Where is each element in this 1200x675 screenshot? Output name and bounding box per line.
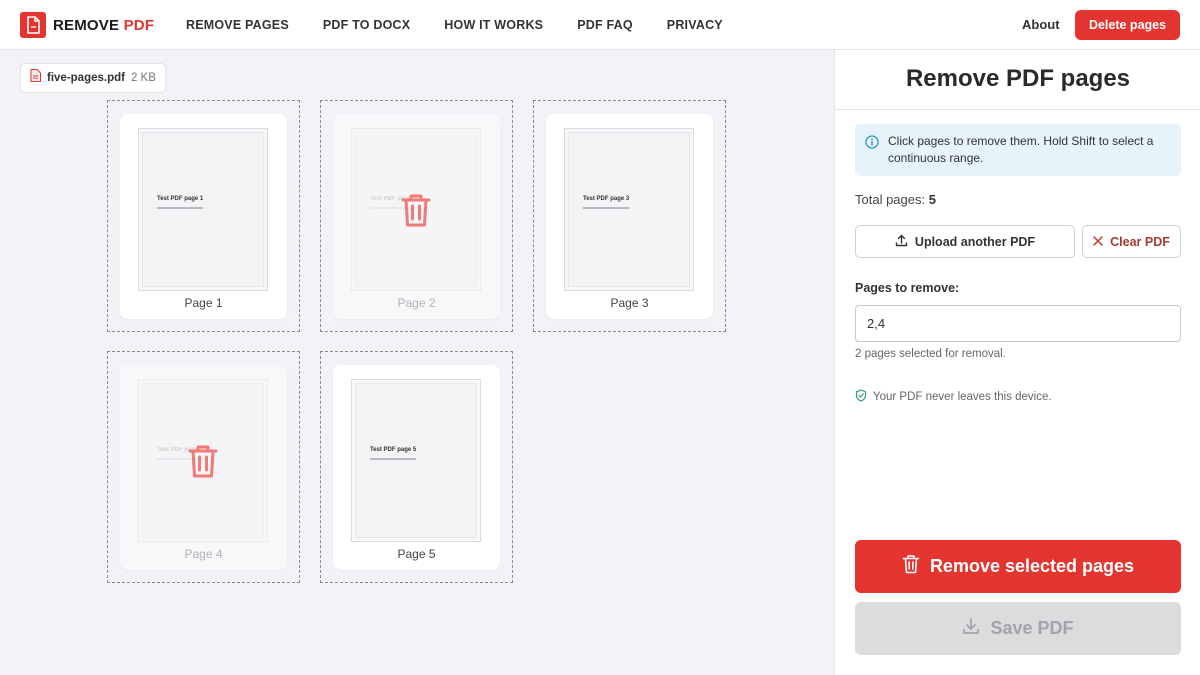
privacy-note-text: Your PDF never leaves this device. [873, 391, 1052, 403]
about-link[interactable]: About [1022, 17, 1060, 32]
pages-to-remove-input[interactable] [855, 305, 1181, 342]
page-label: Page 1 [184, 296, 223, 310]
trash-icon [401, 192, 431, 228]
document-icon [20, 12, 46, 38]
privacy-note: Your PDF never leaves this device. [855, 389, 1052, 405]
brand-name-part1: REMOVE [53, 16, 120, 34]
main-nav: REMOVE PAGES PDF TO DOCX HOW IT WORKS PD… [186, 0, 757, 50]
page-preview-title: Test PDF page 5 [370, 447, 417, 453]
page-workspace: five-pages.pdf 2 KB Test PDF page 1 Page… [0, 50, 834, 675]
page-preview-text-line [157, 207, 203, 209]
file-name: five-pages.pdf [47, 72, 125, 84]
page-preview-title: Test PDF page 3 [583, 196, 630, 202]
page-tile: Test PDF page 1 Page 1 [107, 100, 300, 332]
nav-remove-pages[interactable]: REMOVE PAGES [186, 18, 289, 32]
page-preview: Test PDF page 1 [138, 128, 268, 291]
upload-another-pdf-label: Upload another PDF [914, 234, 1036, 249]
info-callout: Click pages to remove them. Hold Shift t… [855, 124, 1181, 176]
total-pages: Total pages: 5 [855, 192, 936, 207]
upload-icon [895, 234, 915, 250]
nav-privacy[interactable]: PRIVACY [667, 18, 723, 32]
pages-to-remove-label: Pages to remove: [855, 281, 960, 295]
save-pdf-label: Save PDF [990, 618, 1074, 638]
page-thumbnail-1[interactable]: Test PDF page 1 Page 1 [120, 114, 287, 319]
page-thumbnail-4[interactable]: Test PDF page 4 Page 4 [120, 365, 287, 570]
upload-another-pdf-button[interactable]: Upload another PDF [855, 225, 1075, 258]
page-tile: Test PDF page 3 Page 3 [533, 100, 726, 332]
remove-selected-pages-button[interactable]: Remove selected pages [855, 540, 1181, 593]
page-thumbnail-3[interactable]: Test PDF page 3 Page 3 [546, 114, 713, 319]
pdf-file-icon [30, 69, 41, 87]
file-chip: five-pages.pdf 2 KB [20, 63, 166, 93]
brand-name: REMOVE PDF [53, 17, 154, 34]
page-preview: Test PDF page 5 [351, 379, 481, 542]
page-label: Page 4 [184, 547, 223, 561]
panel-divider [835, 109, 1200, 110]
trash-icon [188, 443, 218, 479]
panel-title: Remove PDF pages [905, 65, 1131, 92]
save-pdf-button[interactable]: Save PDF [855, 602, 1181, 655]
nav-pdf-faq[interactable]: PDF FAQ [577, 18, 633, 32]
page-tile: Test PDF page 2 Page 2 [320, 100, 513, 332]
page-thumbnail-5[interactable]: Test PDF page 5 Page 5 [333, 365, 500, 570]
brand-logo-link[interactable]: REMOVE PDF [20, 12, 154, 38]
remove-selected-pages-label: Remove selected pages [929, 556, 1135, 576]
total-pages-label: Total pages: [855, 192, 926, 207]
clear-pdf-label: Clear PDF [1110, 234, 1170, 249]
page-thumbnail-2[interactable]: Test PDF page 2 Page 2 [333, 114, 500, 319]
page-preview-text-line [583, 207, 629, 209]
top-header: REMOVE PDF REMOVE PAGES PDF TO DOCX HOW … [0, 0, 1200, 50]
page-label: Page 2 [397, 296, 436, 310]
page-label: Page 3 [610, 296, 649, 310]
selection-summary: 2 pages selected for removal. [855, 348, 1006, 360]
trash-icon [902, 554, 930, 579]
brand-name-part2: PDF [123, 16, 155, 34]
page-preview: Test PDF page 3 [564, 128, 694, 291]
nav-pdf-to-docx[interactable]: PDF TO DOCX [323, 18, 410, 32]
page-preview-title: Test PDF page 1 [157, 196, 204, 202]
options-panel: Remove PDF pages Click pages to remove t… [834, 50, 1200, 675]
page-preview-text-line [370, 458, 416, 460]
file-size: 2 KB [130, 72, 156, 84]
delete-pages-button[interactable]: Delete pages [1075, 10, 1180, 40]
clear-pdf-button[interactable]: Clear PDF [1082, 225, 1181, 258]
info-text: Click pages to remove them. Hold Shift t… [888, 134, 1154, 165]
page-tile: Test PDF page 5 Page 5 [320, 351, 513, 583]
shield-check-icon [855, 389, 873, 405]
download-icon [962, 617, 990, 640]
total-pages-value: 5 [928, 192, 936, 207]
page-label: Page 5 [397, 547, 436, 561]
nav-how-it-works[interactable]: HOW IT WORKS [444, 18, 543, 32]
info-icon [865, 135, 879, 154]
close-icon [1093, 235, 1110, 249]
page-tile: Test PDF page 4 Page 4 [107, 351, 300, 583]
